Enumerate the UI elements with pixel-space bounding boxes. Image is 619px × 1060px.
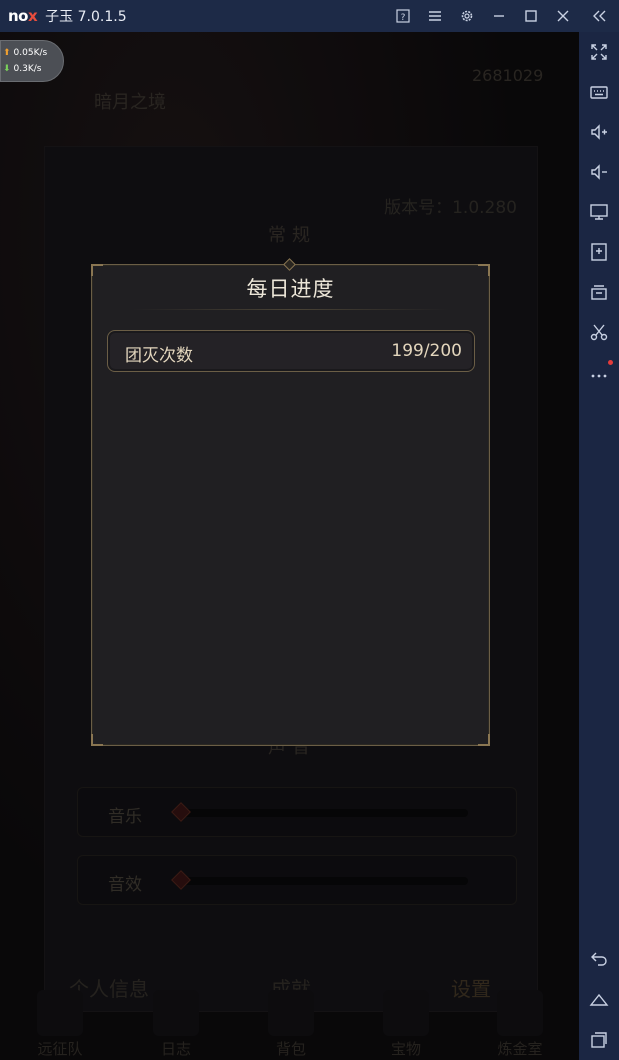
fullscreen-icon[interactable] (579, 36, 619, 68)
title-bar: nox 子玉 7.0.1.5 ? (0, 0, 619, 32)
progress-value: 199/200 (391, 341, 462, 361)
window-title: 子玉 7.0.1.5 (45, 9, 127, 25)
volume-up-icon[interactable] (579, 116, 619, 148)
home-icon[interactable] (579, 984, 619, 1016)
emulator-sidebar (579, 32, 619, 1060)
apk-install-icon[interactable] (579, 236, 619, 268)
network-speed-widget[interactable]: ⬆ 0.05K/s ⬇ 0.3K/s (0, 40, 64, 82)
screen-icon[interactable] (579, 196, 619, 228)
recent-apps-icon[interactable] (579, 1024, 619, 1056)
multi-instance-icon[interactable] (579, 276, 619, 308)
collapse-icon[interactable] (579, 0, 619, 32)
close-icon[interactable] (547, 0, 579, 32)
frame-corner (478, 734, 490, 746)
upload-speed-value: 0.05K/s (13, 48, 48, 58)
maximize-icon[interactable] (515, 0, 547, 32)
gear-icon[interactable] (451, 0, 483, 32)
download-speed-value: 0.3K/s (13, 64, 42, 74)
more-icon[interactable] (579, 356, 619, 388)
download-speed: ⬇ 0.3K/s (3, 61, 63, 77)
title-divider (132, 309, 449, 310)
keyboard-icon[interactable] (579, 76, 619, 108)
emulator-window: nox 子玉 7.0.1.5 ? 暗月之境 2681029 版本号：1.0.28… (0, 0, 619, 1060)
upload-speed: ⬆ 0.05K/s (3, 45, 63, 61)
minimize-icon[interactable] (483, 0, 515, 32)
back-icon[interactable] (579, 942, 619, 974)
svg-text:?: ? (401, 13, 406, 23)
nox-logo: nox (8, 7, 38, 25)
progress-row-wipes: 团灭次数 199/200 (107, 330, 475, 372)
modal-title: 每日进度 (246, 277, 335, 301)
download-arrow-icon: ⬇ (3, 64, 11, 74)
scissors-icon[interactable] (579, 316, 619, 348)
help-icon[interactable]: ? (387, 0, 419, 32)
window-controls: ? (387, 0, 619, 32)
progress-label: 团灭次数 (125, 346, 193, 366)
frame-corner (91, 734, 103, 746)
upload-arrow-icon: ⬆ (3, 48, 11, 58)
volume-down-icon[interactable] (579, 156, 619, 188)
daily-progress-modal: 每日进度 团灭次数 199/200 (91, 258, 490, 746)
menu-icon[interactable] (419, 0, 451, 32)
notification-dot (608, 360, 613, 365)
